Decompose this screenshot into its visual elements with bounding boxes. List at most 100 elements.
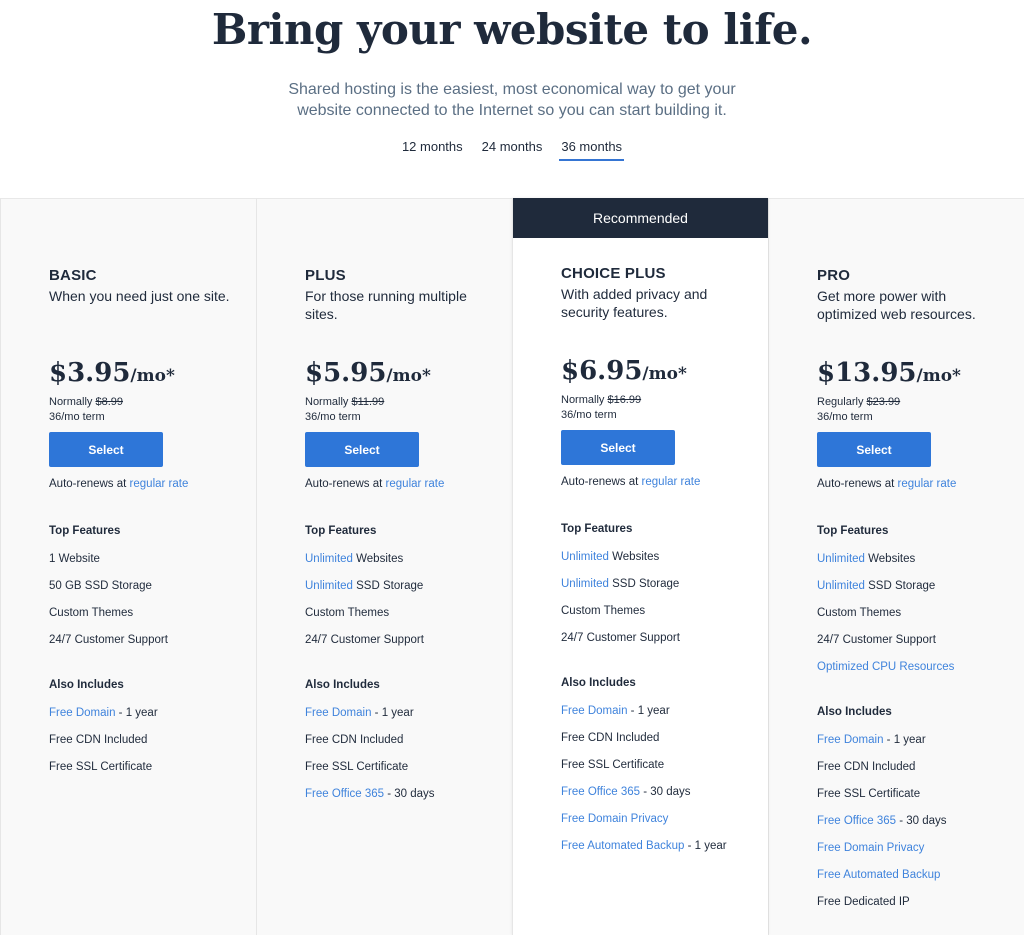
feature-text: 24/7 Customer Support [817, 634, 936, 646]
feature-text: Free CDN Included [305, 734, 404, 746]
plan-description: Get more power with optimized web resour… [817, 288, 976, 322]
price-amount: $5.95 [305, 358, 387, 388]
feature-text: - 1 year [684, 840, 727, 852]
tab-36-months[interactable]: 36 months [559, 139, 625, 161]
price-note: Normally $8.99 36/mo term [49, 395, 239, 425]
feature-text: Websites [608, 551, 660, 563]
feature-text: Custom Themes [49, 607, 134, 619]
price-unit: /mo* [130, 366, 175, 386]
price-unit: /mo* [642, 364, 687, 384]
plan-name: BASIC [49, 267, 97, 284]
recommended-banner: Recommended [513, 198, 768, 238]
normal-price: $16.99 [607, 394, 642, 406]
feature-item: Free Domain - 1 year [305, 706, 495, 720]
feature-text: Custom Themes [305, 607, 390, 619]
top-features-list: Unlimited Websites Unlimited SSD Storage C… [305, 552, 495, 647]
feature-text: SSD Storage [608, 578, 680, 590]
term-length: 36/mo term [561, 409, 617, 421]
also-includes-list: Free Domain - 1 year Free CDN Included Fre… [305, 706, 495, 801]
feature-text: Free SSL Certificate [561, 759, 665, 771]
tab-24-months[interactable]: 24 months [480, 139, 545, 161]
feature-link[interactable]: Optimized CPU Resources [817, 661, 954, 673]
feature-text: - 1 year [371, 707, 414, 719]
feature-item: Free CDN Included [305, 733, 495, 747]
feature-item: Unlimited SSD Storage [817, 579, 1007, 593]
feature-item: Unlimited SSD Storage [561, 577, 751, 591]
feature-link[interactable]: Free Office 365 [305, 788, 384, 800]
feature-link[interactable]: Unlimited [817, 580, 865, 592]
also-includes-title: Also Includes [561, 677, 636, 689]
regular-rate-link[interactable]: regular rate [130, 478, 189, 490]
feature-text: Websites [864, 553, 916, 565]
price-amount: $6.95 [561, 356, 643, 386]
feature-item: 1 Website [49, 552, 239, 566]
feature-text: 50 GB SSD Storage [49, 580, 152, 592]
feature-link[interactable]: Unlimited [561, 578, 609, 590]
feature-link[interactable]: Unlimited [561, 551, 609, 563]
feature-text: 24/7 Customer Support [49, 634, 168, 646]
feature-link[interactable]: Unlimited [817, 553, 865, 565]
feature-link[interactable]: Unlimited [305, 553, 353, 565]
feature-link[interactable]: Free Automated Backup [561, 840, 684, 852]
feature-text: - 1 year [627, 705, 670, 717]
auto-renew-note: Auto-renews at regular rate [49, 478, 189, 490]
feature-link[interactable]: Free Domain [817, 734, 883, 746]
regular-rate-link[interactable]: regular rate [386, 478, 445, 490]
feature-link[interactable]: Free Office 365 [561, 786, 640, 798]
feature-item: 24/7 Customer Support [817, 633, 1007, 647]
hero-subtitle: Shared hosting is the easiest, most econ… [288, 81, 736, 119]
plan-price: $3.95/mo* [49, 358, 239, 391]
feature-link[interactable]: Unlimited [305, 580, 353, 592]
term-length: 36/mo term [305, 411, 361, 423]
price-unit: /mo* [386, 366, 431, 386]
plan-price: $5.95/mo* [305, 358, 495, 391]
price-note: Normally $16.99 36/mo term [561, 393, 751, 423]
select-button[interactable]: Select [305, 432, 419, 467]
pricing-plans: BASIC When you need just one site. $3.95… [0, 198, 1024, 935]
feature-item: Free CDN Included [561, 731, 751, 745]
feature-item: Optimized CPU Resources [817, 660, 1007, 674]
plan-name: CHOICE PLUS [561, 265, 666, 282]
term-length: 36/mo term [817, 411, 873, 423]
tab-12-months[interactable]: 12 months [400, 139, 465, 161]
feature-item: Free Office 365 - 30 days [817, 814, 1007, 828]
normal-price: $8.99 [95, 396, 123, 408]
feature-text: 1 Website [49, 553, 100, 565]
plan-price: $13.95/mo* [817, 358, 1007, 391]
feature-link[interactable]: Free Domain [49, 707, 115, 719]
regular-rate-link[interactable]: regular rate [642, 476, 701, 488]
feature-item: Free SSL Certificate [49, 760, 239, 774]
plan-description: For those running multiple sites. [305, 288, 467, 322]
feature-item: 24/7 Customer Support [561, 631, 751, 645]
normal-label: Regularly [817, 396, 867, 408]
feature-item: Custom Themes [817, 606, 1007, 620]
feature-link[interactable]: Free Office 365 [817, 815, 896, 827]
top-features-title: Top Features [49, 525, 121, 537]
select-button[interactable]: Select [49, 432, 163, 467]
price-amount: $3.95 [49, 358, 131, 388]
feature-link[interactable]: Free Automated Backup [817, 869, 940, 881]
normal-price: $11.99 [351, 396, 385, 408]
auto-renew-note: Auto-renews at regular rate [561, 476, 701, 488]
feature-link[interactable]: Free Domain Privacy [817, 842, 924, 854]
plan-description: With added privacy and security features… [561, 286, 708, 320]
plan-price: $6.95/mo* [561, 356, 751, 389]
select-button[interactable]: Select [561, 430, 675, 465]
plan-card-pro: PRO Get more power with optimized web re… [768, 198, 1024, 935]
feature-text: Free Dedicated IP [817, 896, 910, 908]
feature-item: Free SSL Certificate [305, 760, 495, 774]
feature-text: Free CDN Included [49, 734, 148, 746]
feature-item: Free Domain - 1 year [561, 704, 751, 718]
feature-item: Free CDN Included [817, 760, 1007, 774]
feature-link[interactable]: Free Domain [561, 705, 627, 717]
plan-card-plus: PLUS For those running multiple sites. $… [256, 198, 512, 935]
select-button[interactable]: Select [817, 432, 931, 467]
plan-card-basic: BASIC When you need just one site. $3.95… [0, 198, 256, 935]
feature-link[interactable]: Free Domain [305, 707, 371, 719]
auto-renew-note: Auto-renews at regular rate [817, 478, 957, 490]
feature-item: Free Domain Privacy [561, 812, 751, 826]
term-tabs: 12 months 24 months 36 months [0, 139, 1024, 161]
regular-rate-link[interactable]: regular rate [898, 478, 957, 490]
feature-link[interactable]: Free Domain Privacy [561, 813, 668, 825]
feature-item: 50 GB SSD Storage [49, 579, 239, 593]
